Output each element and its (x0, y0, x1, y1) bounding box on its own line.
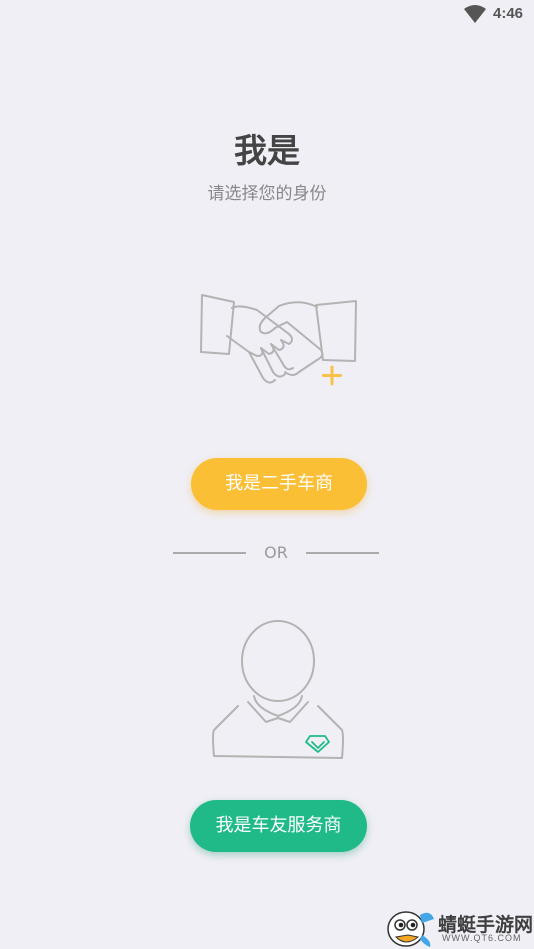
page-subtitle: 请选择您的身份 (207, 184, 327, 204)
divider-line-right (306, 552, 379, 554)
dealer-button[interactable]: 我是二手车商 (191, 458, 367, 510)
handshake-plus-icon (200, 294, 357, 386)
wifi-icon (464, 5, 486, 23)
service-provider-button[interactable]: 我是车友服务商 (190, 800, 367, 852)
page-title: 我是 (234, 131, 300, 170)
or-divider: OR (173, 542, 379, 564)
status-time: 4:46 (493, 5, 524, 22)
status-bar: 4:46 (0, 0, 534, 30)
person-diamond-icon (212, 620, 344, 759)
watermark-url: WWW.QT6.COM (442, 933, 522, 943)
